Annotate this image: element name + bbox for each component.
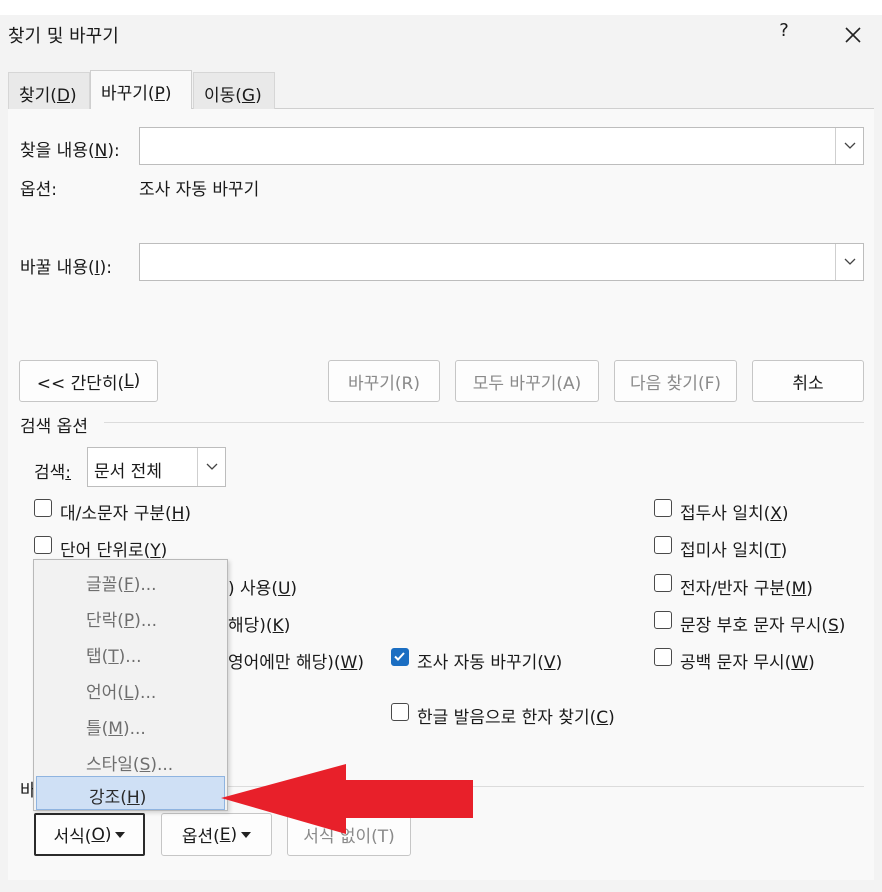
match-suffix-label: 접미사 일치(T) [680, 541, 788, 561]
options-label: 옵션: [20, 180, 58, 200]
menu-item-paragraph[interactable]: 단락(P)... [34, 600, 227, 634]
hanja-by-sound-label: 한글 발음으로 한자 찾기(C) [417, 708, 615, 728]
hanja-by-sound-checkbox[interactable] [391, 703, 409, 721]
replace-input[interactable] [139, 243, 864, 281]
ignore-punct-label: 문장 부호 문자 무시(S) [680, 616, 846, 636]
options-value: 조사 자동 바꾸기 [139, 180, 260, 200]
tab-replace[interactable]: 바꾸기(P) [90, 70, 192, 109]
search-scope-dropdown-button[interactable] [197, 448, 225, 486]
find-input[interactable] [139, 127, 864, 165]
dropdown-arrow-icon [115, 831, 126, 838]
cancel-button[interactable]: 취소 [752, 360, 864, 402]
checkmark-icon [394, 652, 405, 661]
match-suffix-checkbox[interactable] [654, 536, 672, 554]
menu-item-style[interactable]: 스타일(S)... [34, 744, 227, 778]
search-scope-select[interactable]: 문서 전체 [87, 447, 226, 487]
whole-word-checkbox[interactable] [34, 536, 52, 554]
title-bar [0, 0, 882, 64]
annotation-arrow-icon [221, 764, 473, 834]
menu-item-font[interactable]: 글꼴(F)... [34, 564, 227, 598]
ignore-space-label: 공백 문자 무시(W) [680, 653, 815, 673]
replace-dropdown-button[interactable] [835, 244, 863, 280]
match-prefix-checkbox[interactable] [654, 499, 672, 517]
match-width-checkbox[interactable] [654, 574, 672, 592]
word-forms-label-partial: 영어에만 해당)(W) [228, 653, 364, 673]
whole-word-label: 단어 단위로(Y) [60, 541, 168, 561]
menu-item-frame[interactable]: 틀(M)... [34, 708, 227, 742]
match-case-checkbox[interactable] [34, 499, 52, 517]
menu-item-language[interactable]: 언어(L)... [34, 672, 227, 706]
menu-item-tabs[interactable]: 탭(T)... [34, 636, 227, 670]
find-label: 찾을 내용(N): [20, 141, 120, 161]
ignore-punct-checkbox[interactable] [654, 611, 672, 629]
replace-label: 바꿀 내용(I): [20, 258, 112, 278]
search-scope-label: 검색: [34, 463, 72, 483]
tab-find[interactable]: 찾기(D) [8, 72, 90, 109]
chevron-down-icon [844, 142, 855, 149]
ignore-space-checkbox[interactable] [654, 648, 672, 666]
find-next-button[interactable]: 다음 찾기(F) [614, 360, 737, 402]
auto-josa-checkbox[interactable] [391, 648, 409, 666]
search-options-divider [104, 422, 864, 423]
replace-all-button[interactable]: 모두 바꾸기(A) [455, 360, 599, 402]
chevron-down-icon [206, 463, 217, 470]
search-scope-value: 문서 전체 [94, 462, 162, 482]
sounds-like-label-partial: 해당)(K) [228, 616, 291, 636]
search-options-heading: 검색 옵션 [20, 417, 88, 437]
format-button[interactable]: 서식(O) [34, 813, 145, 856]
match-prefix-label: 접두사 일치(X) [680, 504, 789, 524]
match-case-label: 대/소문자 구분(H) [60, 504, 192, 524]
chevron-down-icon [844, 258, 855, 265]
match-width-label: 전자/반자 구분(M) [680, 579, 813, 599]
help-button[interactable]: ? [772, 20, 796, 48]
tab-goto[interactable]: 이동(G) [193, 72, 275, 109]
menu-item-highlight[interactable]: 강조(H) [36, 776, 225, 810]
replace-button[interactable]: 바꾸기(R) [328, 360, 440, 402]
close-icon [845, 27, 861, 43]
format-menu: 글꼴(F)... 단락(P)... 탭(T)... 언어(L)... 틀(M).… [33, 559, 228, 811]
auto-josa-label: 조사 자동 바꾸기(V) [417, 653, 563, 673]
wildcards-label-partial: ) 사용(U) [228, 579, 298, 599]
close-button[interactable] [838, 20, 868, 50]
dialog-title: 찾기 및 바꾸기 [8, 26, 119, 47]
find-dropdown-button[interactable] [835, 128, 863, 164]
less-button[interactable]: << 간단히(L) [19, 360, 158, 402]
